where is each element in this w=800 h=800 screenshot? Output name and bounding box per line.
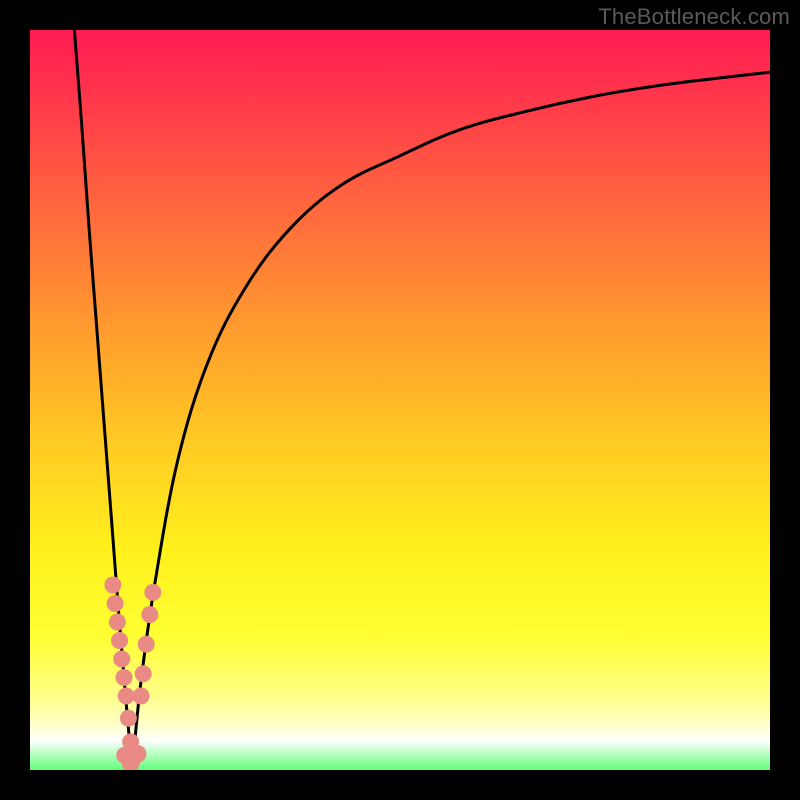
data-marker bbox=[115, 669, 132, 686]
data-marker bbox=[138, 636, 155, 653]
curve-group bbox=[74, 30, 770, 770]
data-marker bbox=[118, 688, 135, 705]
data-marker bbox=[144, 584, 161, 601]
data-marker bbox=[141, 606, 158, 623]
data-marker bbox=[107, 595, 124, 612]
plot-area bbox=[30, 30, 770, 770]
outer-frame: TheBottleneck.com bbox=[0, 0, 800, 800]
data-marker bbox=[135, 665, 152, 682]
data-marker bbox=[133, 688, 150, 705]
data-marker bbox=[104, 577, 121, 594]
data-marker bbox=[120, 710, 137, 727]
chart-svg bbox=[30, 30, 770, 770]
watermark-label: TheBottleneck.com bbox=[598, 4, 790, 30]
data-marker bbox=[113, 651, 130, 668]
data-marker bbox=[111, 632, 128, 649]
series-right-branch bbox=[132, 72, 770, 770]
data-marker bbox=[130, 745, 147, 762]
data-marker bbox=[109, 614, 126, 631]
